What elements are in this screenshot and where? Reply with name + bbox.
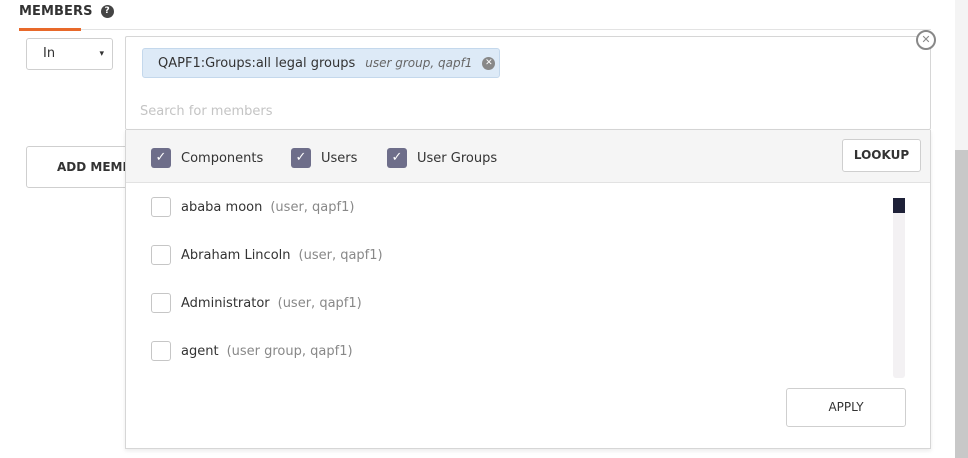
result-meta: (user, qapf1) [298,247,383,263]
chevron-down-icon: ▾ [99,49,104,59]
member-search-input[interactable] [140,100,900,122]
checkbox-checked-icon[interactable]: ✓ [151,148,171,168]
help-icon[interactable]: ? [100,5,114,18]
page-scrollbar-thumb[interactable] [955,150,968,458]
results-scrollbar-track[interactable] [893,198,905,378]
result-name: Administrator [181,295,270,311]
checkbox-checked-icon[interactable]: ✓ [291,148,311,168]
result-row[interactable]: agent (user group, qapf1) [151,341,353,361]
filter-user-groups-label: User Groups [417,150,498,166]
result-row[interactable]: Administrator (user, qapf1) [151,293,362,313]
members-title-text: MEMBERS [19,4,93,19]
result-name: agent [181,343,219,359]
result-checkbox[interactable] [151,293,171,313]
members-input-box[interactable]: QAPF1:Groups:all legal groups user group… [125,36,931,130]
page-scrollbar-track [955,0,968,150]
apply-button[interactable]: APPLY [786,388,906,427]
result-row[interactable]: Abraham Lincoln (user, qapf1) [151,245,383,265]
operator-select-value: In [43,46,56,61]
members-section-title: MEMBERS ? [19,4,114,19]
checkbox-checked-icon[interactable]: ✓ [387,148,407,168]
result-meta: (user, qapf1) [277,295,362,311]
member-lookup-dropdown: ✓ Components ✓ Users ✓ User Groups LOOKU… [125,130,931,449]
filter-users-label: Users [321,150,358,166]
section-divider [81,29,931,30]
title-underline [19,28,81,31]
filter-bar: ✓ Components ✓ Users ✓ User Groups LOOKU… [126,130,930,183]
result-checkbox[interactable] [151,197,171,217]
result-checkbox[interactable] [151,341,171,361]
remove-chip-icon[interactable]: ✕ [482,56,496,70]
filter-components-label: Components [181,150,264,166]
result-name: ababa moon [181,199,263,215]
filter-users[interactable]: ✓ Users [291,148,357,168]
result-row[interactable]: ababa moon (user, qapf1) [151,197,354,217]
member-chip-name: QAPF1:Groups:all legal groups [158,55,356,71]
filter-user-groups[interactable]: ✓ User Groups [387,148,497,168]
result-name: Abraham Lincoln [181,247,291,263]
result-meta: (user, qapf1) [270,199,355,215]
operator-select[interactable]: In ▾ [26,38,113,70]
results-scrollbar-thumb[interactable] [893,198,905,213]
filter-components[interactable]: ✓ Components [151,148,263,168]
result-checkbox[interactable] [151,245,171,265]
member-chip-meta: user group, qapf1 [365,56,473,70]
member-chip: QAPF1:Groups:all legal groups user group… [142,48,500,78]
result-meta: (user group, qapf1) [226,343,353,359]
lookup-button[interactable]: LOOKUP [842,139,921,172]
clear-members-icon[interactable]: ✕ [916,30,936,50]
